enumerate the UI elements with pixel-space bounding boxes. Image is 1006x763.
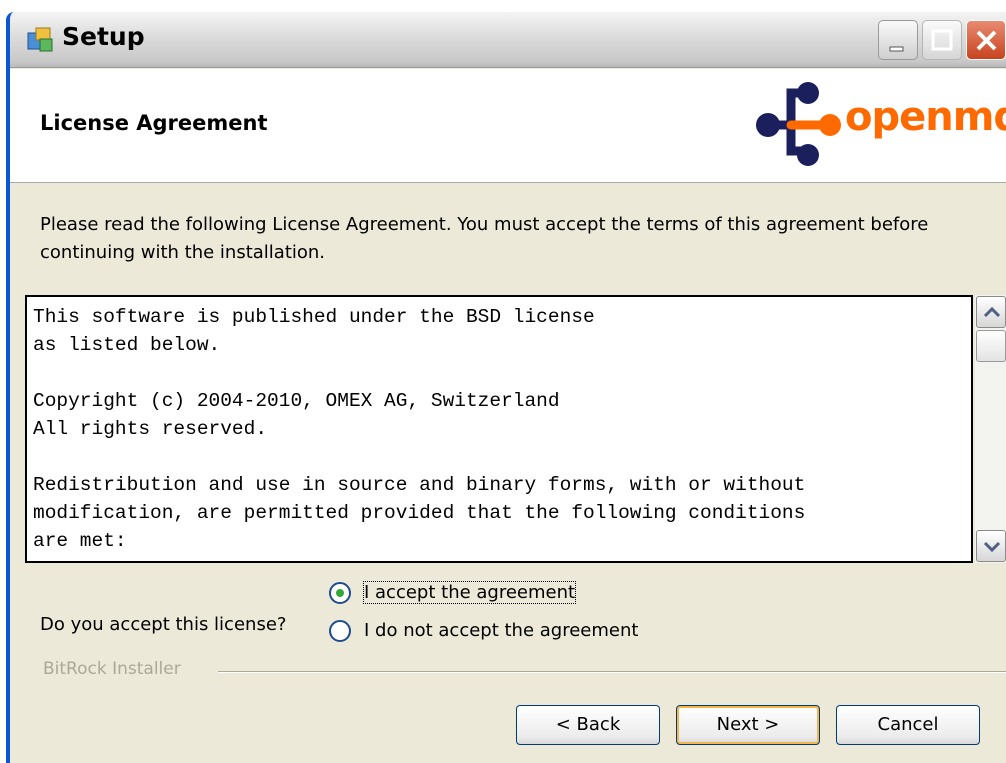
maximize-icon <box>931 29 953 51</box>
scroll-down-button[interactable] <box>976 530 1006 562</box>
setup-app-icon <box>27 27 53 52</box>
scroll-thumb[interactable] <box>976 330 1006 362</box>
wizard-header: License Agreement openmdx <box>10 69 1006 183</box>
minimize-button[interactable] <box>878 20 918 60</box>
license-textarea[interactable]: This software is published under the BSD… <box>25 295 973 563</box>
setup-window: Setup License Agreement openmdx Please r… <box>6 12 1006 763</box>
openmdx-logo-icon <box>756 82 841 166</box>
license-scrollbar[interactable] <box>975 295 1006 563</box>
decline-radio-label[interactable]: I do not accept the agreement <box>364 620 638 641</box>
next-button[interactable]: Next > <box>676 705 820 745</box>
minimize-icon <box>889 46 904 52</box>
logo-wordmark: openmdx <box>845 94 1006 140</box>
title-bar[interactable]: Setup <box>10 12 1006 68</box>
cancel-button[interactable]: Cancel <box>836 705 980 745</box>
chevron-down-icon <box>983 541 1001 553</box>
window-title: Setup <box>62 22 145 51</box>
close-icon <box>976 30 997 51</box>
accept-radio-label[interactable]: I accept the agreement <box>362 581 577 604</box>
intro-text: Please read the following License Agreem… <box>40 214 929 263</box>
scroll-up-button[interactable] <box>976 296 1006 328</box>
chevron-up-icon <box>983 306 1001 318</box>
accept-radio[interactable] <box>329 582 351 604</box>
accept-question: Do you accept this license? <box>40 614 287 635</box>
close-button[interactable] <box>966 20 1006 60</box>
separator-line <box>218 671 1006 673</box>
page-title: License Agreement <box>40 111 268 135</box>
installer-brand: BitRock Installer <box>43 659 181 679</box>
maximize-button[interactable] <box>922 20 962 60</box>
decline-radio[interactable] <box>329 620 351 642</box>
back-button[interactable]: < Back <box>516 705 660 745</box>
